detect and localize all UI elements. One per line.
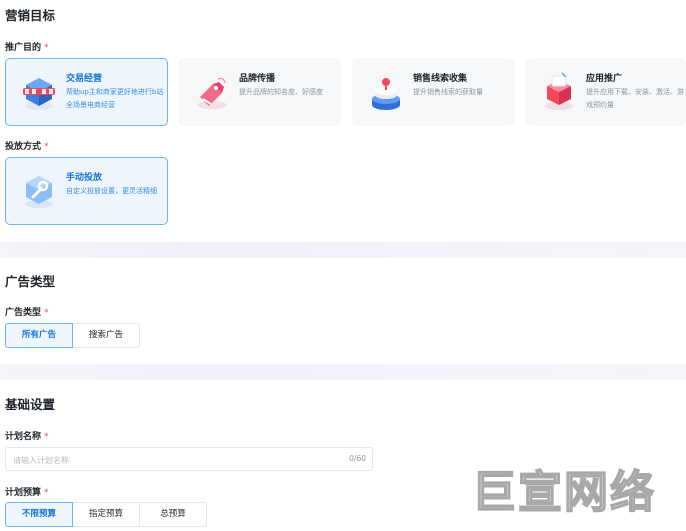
section-divider bbox=[0, 364, 686, 380]
delivery-method-label: 投放方式 * bbox=[5, 139, 49, 152]
plan-name-field[interactable]: 0/60 bbox=[5, 447, 373, 472]
promotion-purpose-label-text: 推广目的 bbox=[5, 43, 42, 53]
goal-card-desc: 帮助up主和商家更好地进行b站全场景电商经营 bbox=[66, 88, 164, 109]
wrench-icon bbox=[25, 176, 53, 208]
goal-card-brand[interactable]: 品牌传播 提升品牌的知名度、好感度 bbox=[178, 58, 341, 126]
budget-option-specified[interactable]: 指定预算 bbox=[72, 502, 140, 527]
watermark-logo: 巨宣网络 bbox=[471, 466, 656, 519]
ad-type-option-all[interactable]: 所有广告 bbox=[5, 323, 73, 348]
required-mark: * bbox=[44, 142, 49, 152]
delivery-card-title: 手动投放 bbox=[66, 173, 103, 183]
delivery-method-label-text: 投放方式 bbox=[5, 142, 42, 152]
section-title-ad-type: 广告类型 bbox=[5, 274, 56, 289]
goal-card-title: 应用推广 bbox=[586, 74, 623, 84]
goal-card-title: 交易经营 bbox=[66, 74, 103, 84]
leads-stack-icon bbox=[372, 78, 400, 110]
brand-tag-icon bbox=[197, 77, 227, 109]
delivery-card-desc: 自定义投放设置，更灵活精细 bbox=[66, 187, 157, 195]
goal-card-desc: 提升应用下载、安装、激活、游戏预约量 bbox=[586, 88, 684, 109]
budget-label: 计划预算 * bbox=[5, 485, 49, 498]
goal-card-trade[interactable]: 交易经营 帮助up主和商家更好地进行b站全场景电商经营 bbox=[5, 58, 168, 126]
delivery-card-manual[interactable]: 手动投放 自定义投放设置，更灵活精细 bbox=[5, 157, 168, 225]
app-cube-icon bbox=[545, 72, 573, 110]
required-mark: * bbox=[44, 43, 49, 53]
goal-card-desc: 提升销售线索的获取量 bbox=[413, 88, 483, 96]
shopping-cube-icon bbox=[23, 78, 55, 110]
plan-name-input[interactable] bbox=[11, 448, 335, 472]
goal-card-desc: 提升品牌的知名度、好感度 bbox=[239, 88, 323, 96]
plan-name-counter: 0/60 bbox=[349, 454, 366, 463]
section-title-marketing-goal: 营销目标 bbox=[5, 8, 56, 23]
ad-type-label: 广告类型 * bbox=[5, 305, 49, 318]
goal-card-app[interactable]: 应用推广 提升应用下载、安装、激活、游戏预约量 bbox=[525, 58, 686, 126]
promotion-purpose-label: 推广目的 * bbox=[5, 40, 49, 53]
budget-option-total[interactable]: 总预算 bbox=[139, 502, 207, 527]
required-mark: * bbox=[44, 308, 49, 318]
section-divider bbox=[0, 242, 686, 258]
goal-card-title: 品牌传播 bbox=[239, 74, 276, 84]
section-title-basic-settings: 基础设置 bbox=[5, 397, 56, 412]
budget-option-unlimited[interactable]: 不限预算 bbox=[5, 502, 73, 527]
required-mark: * bbox=[44, 432, 49, 442]
ad-type-option-search[interactable]: 搜索广告 bbox=[72, 323, 140, 348]
budget-label-text: 计划预算 bbox=[5, 488, 42, 498]
plan-name-label: 计划名称 * bbox=[5, 429, 49, 442]
goal-card-title: 销售线索收集 bbox=[413, 74, 468, 84]
goal-card-leads[interactable]: 销售线索收集 提升销售线索的获取量 bbox=[352, 58, 515, 126]
required-mark: * bbox=[44, 488, 49, 498]
ad-type-label-text: 广告类型 bbox=[5, 308, 42, 318]
plan-name-label-text: 计划名称 bbox=[5, 432, 42, 442]
